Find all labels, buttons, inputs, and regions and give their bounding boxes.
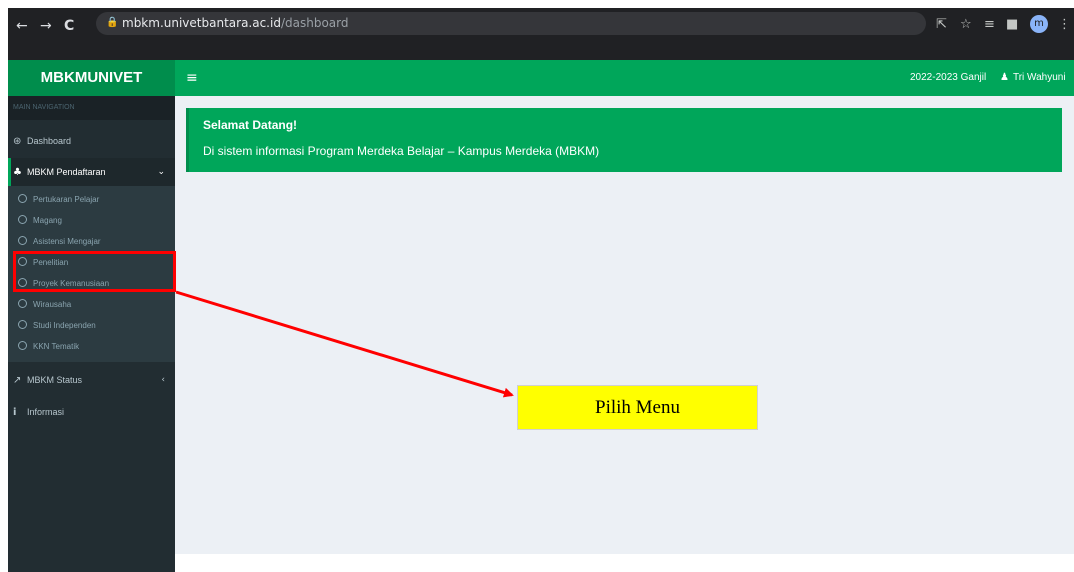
pilih-menu-callout: Pilih Menu	[517, 385, 758, 430]
annotation-arrow-icon	[175, 290, 514, 398]
